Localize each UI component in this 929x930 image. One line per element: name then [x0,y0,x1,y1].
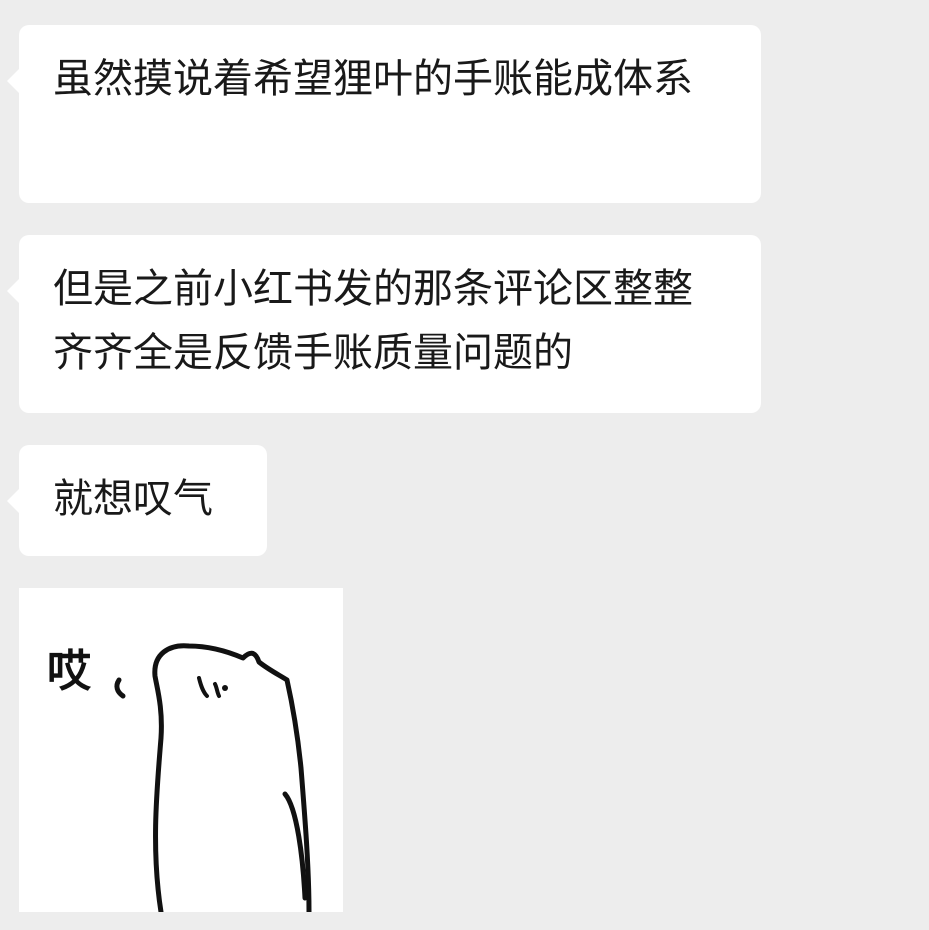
message-text: 就想叹气 [53,476,213,522]
sticker-caption: 哎 [47,646,92,697]
message-bubble[interactable]: 就想叹气 [7,445,267,556]
message-bubble[interactable]: 虽然摸说着希望狸叶的手账能成体系 [7,25,761,203]
sighing-cat-sticker-icon: 哎 [47,643,312,912]
chat-conversation: 虽然摸说着希望狸叶的手账能成体系 但是之前小红书发的那条评论区整整齐齐全是反馈手… [0,0,929,930]
message-bubble[interactable]: 但是之前小红书发的那条评论区整整齐齐全是反馈手账质量问题的 [7,235,761,413]
message-text: 但是之前小红书发的那条评论区整整齐齐全是反馈手账质量问题的 [53,266,693,376]
message-text: 虽然摸说着希望狸叶的手账能成体系 [53,56,693,102]
sticker-message[interactable]: 哎 [19,588,343,912]
